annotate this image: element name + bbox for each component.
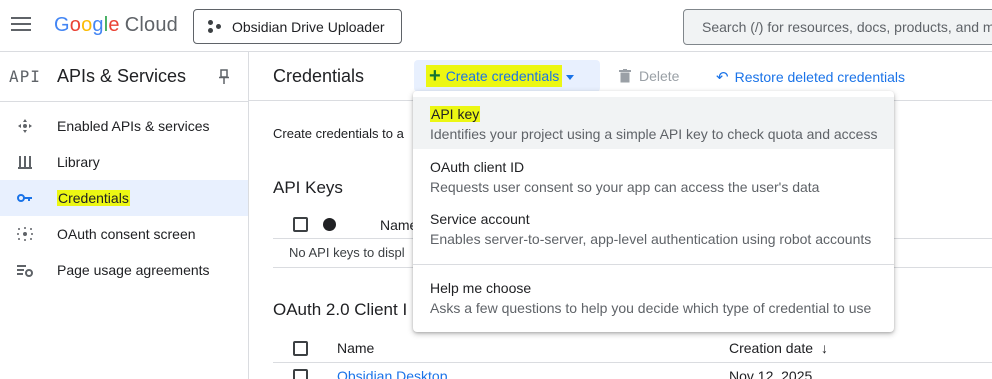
menu-item-title: OAuth client ID xyxy=(430,159,525,175)
oauth-col-name[interactable]: Name xyxy=(337,340,374,356)
sidebar-item-label: Library xyxy=(57,154,100,170)
menu-item-desc: Enables server-to-server, app-level auth… xyxy=(430,231,872,247)
credentials-highlight: Credentials xyxy=(57,190,130,206)
sidebar: API APIs & Services Enabled APIs & servi… xyxy=(0,52,249,379)
consent-icon xyxy=(17,227,33,241)
menu-item-title: Service account xyxy=(430,211,530,227)
restore-label: Restore deleted credentials xyxy=(734,69,906,85)
create-credentials-menu: API key Identifies your project using a … xyxy=(413,91,894,332)
table-row: Obsidian Desktop Nov 12, 2025 xyxy=(273,366,992,379)
status-dot-icon xyxy=(323,218,336,231)
oauth-client-link[interactable]: Obsidian Desktop xyxy=(337,368,448,379)
sidebar-item-credentials[interactable]: Credentials xyxy=(0,180,248,216)
sidebar-item-label: OAuth consent screen xyxy=(57,226,196,242)
api-logo-icon: API xyxy=(9,67,41,86)
menu-item-title: Help me choose xyxy=(430,280,532,296)
logo-cloud-text: Cloud xyxy=(124,14,178,36)
search-input[interactable]: Search (/) for resources, docs, products… xyxy=(683,9,992,45)
menu-item-service-account[interactable]: Service account Enables server-to-server… xyxy=(413,202,894,254)
oauth-client-created: Nov 12, 2025 xyxy=(729,368,813,379)
intro-text: Create credentials to a xyxy=(273,126,404,141)
project-picker-button[interactable]: Obsidian Drive Uploader xyxy=(193,9,402,44)
search-placeholder: Search (/) for resources, docs, products… xyxy=(702,19,992,35)
menu-item-title: API key xyxy=(430,106,481,122)
sidebar-item-label: Enabled APIs & services xyxy=(57,118,210,134)
sidebar-item-oauth-consent[interactable]: OAuth consent screen xyxy=(0,216,248,252)
pin-icon[interactable] xyxy=(218,69,230,85)
caret-down-icon xyxy=(566,74,575,80)
sidebar-item-enabled-apis[interactable]: Enabled APIs & services xyxy=(0,108,248,144)
delete-label: Delete xyxy=(639,68,680,84)
menu-item-desc: Identifies your project using a simple A… xyxy=(430,126,878,142)
oauth-clients-title: OAuth 2.0 Client I xyxy=(273,300,408,319)
project-name: Obsidian Drive Uploader xyxy=(232,18,385,35)
api-key-highlight: API key xyxy=(430,106,481,122)
library-icon xyxy=(18,156,32,169)
menu-item-api-key[interactable]: API key Identifies your project using a … xyxy=(413,97,894,149)
oauth-table-header: Name Creation date ↓ xyxy=(273,333,992,363)
menu-item-desc: Asks a few questions to help you decide … xyxy=(430,300,872,316)
logo-letter: g xyxy=(92,14,104,36)
sidebar-item-page-usage[interactable]: Page usage agreements xyxy=(0,252,248,288)
api-keys-col-name[interactable]: Name xyxy=(380,217,417,233)
page-title: Credentials xyxy=(273,66,365,86)
menu-item-desc: Requests user consent so your app can ac… xyxy=(430,179,820,195)
api-keys-title: API Keys xyxy=(273,178,343,197)
create-credentials-label: Create credentials xyxy=(445,68,560,84)
logo-letter: o xyxy=(69,14,82,36)
restore-deleted-credentials-button[interactable]: ↶ Restore deleted credentials xyxy=(716,68,905,86)
oauth-col-creation-date[interactable]: Creation date ↓ xyxy=(729,340,828,356)
create-credentials-highlight: + Create credentials xyxy=(426,65,563,87)
sidebar-title: APIs & Services xyxy=(57,66,187,86)
logo-letter: o xyxy=(81,14,93,36)
menu-item-help-me-choose[interactable]: Help me choose Asks a few questions to h… xyxy=(413,271,894,323)
project-icon xyxy=(208,19,222,34)
logo-google-text: Google xyxy=(54,14,120,36)
google-cloud-logo[interactable]: Google Cloud xyxy=(54,14,178,37)
sidebar-item-label: Credentials xyxy=(57,190,130,206)
row-checkbox[interactable] xyxy=(293,369,308,379)
sidebar-item-library[interactable]: Library xyxy=(0,144,248,180)
oauth-col-creation-date-label: Creation date xyxy=(729,340,814,356)
sidebar-header: API APIs & Services xyxy=(0,52,248,102)
delete-button[interactable]: Delete xyxy=(619,68,679,84)
plus-icon: + xyxy=(429,65,441,87)
create-credentials-button[interactable]: + Create credentials xyxy=(414,60,600,92)
hamburger-menu-icon[interactable] xyxy=(11,17,31,33)
trash-icon xyxy=(619,69,631,83)
sort-down-arrow-icon: ↓ xyxy=(820,340,828,356)
undo-icon: ↶ xyxy=(716,69,729,86)
select-all-checkbox[interactable] xyxy=(293,341,308,356)
agreements-icon xyxy=(17,265,33,277)
menu-item-oauth-client-id[interactable]: OAuth client ID Requests user consent so… xyxy=(413,150,894,202)
logo-letter: e xyxy=(108,14,120,36)
google-cloud-console: Google Cloud Obsidian Drive Uploader Sear… xyxy=(0,0,992,379)
sidebar-item-label: Page usage agreements xyxy=(57,262,210,278)
logo-letter: G xyxy=(54,14,70,36)
menu-divider xyxy=(413,264,894,265)
hub-icon xyxy=(18,119,32,133)
top-bar: Google Cloud Obsidian Drive Uploader Sear… xyxy=(0,0,992,52)
api-keys-empty-text: No API keys to displ xyxy=(289,245,405,260)
select-all-checkbox[interactable] xyxy=(293,217,308,232)
key-icon xyxy=(17,194,32,202)
